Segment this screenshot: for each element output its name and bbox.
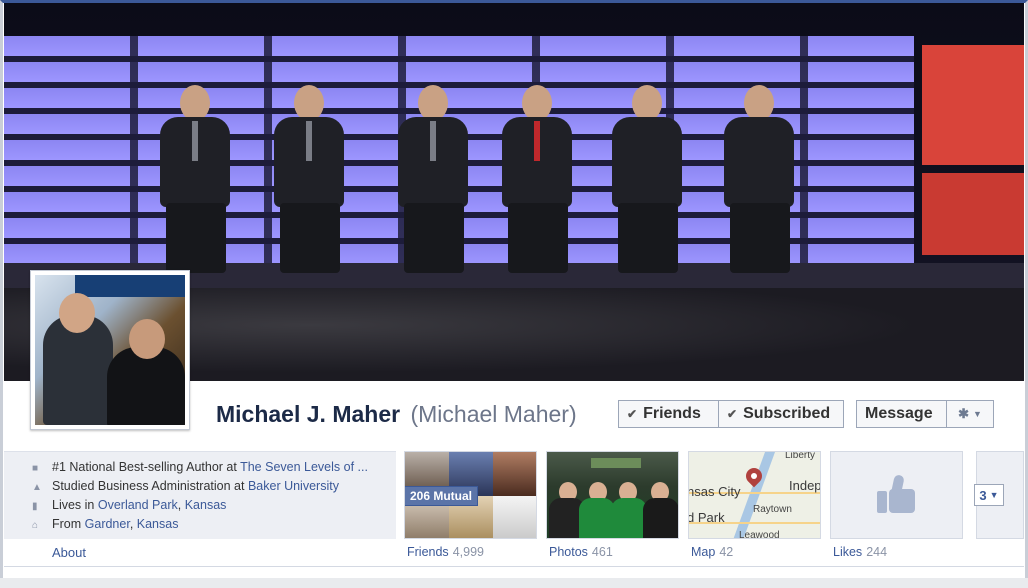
photos-label: Photos <box>549 545 588 559</box>
from-sep: , <box>129 517 137 531</box>
photos-tile[interactable] <box>546 451 679 539</box>
photos-tile-label[interactable]: Photos 461 <box>549 545 613 559</box>
lives-state-link[interactable]: Kansas <box>185 498 227 512</box>
divider <box>4 566 1024 567</box>
panelist <box>152 85 238 275</box>
education-prefix: Studied Business Administration at <box>52 479 248 493</box>
chevron-down-icon: ▼ <box>989 490 999 500</box>
info-from: ⌂ From Gardner, Kansas <box>32 517 388 531</box>
red-panel <box>922 173 1024 255</box>
panelist <box>604 85 690 275</box>
info-work: ■ #1 National Best-selling Author at The … <box>32 460 388 474</box>
house-icon: ⌂ <box>32 520 39 531</box>
city-icon: ▮ <box>32 501 38 512</box>
friends-label: Friends <box>407 545 449 559</box>
info-panel: ■ #1 National Best-selling Author at The … <box>4 451 396 539</box>
info-lives: ▮ Lives in Overland Park, Kansas <box>32 498 388 512</box>
from-state-link[interactable]: Kansas <box>137 517 179 531</box>
check-icon: ✔ <box>627 407 638 421</box>
briefcase-icon: ■ <box>32 463 39 474</box>
check-icon: ✔ <box>727 407 738 421</box>
map-label-raytown: Raytown <box>753 504 792 515</box>
likes-count: 244 <box>866 545 888 559</box>
friends-button[interactable]: ✔ Friends <box>618 400 719 428</box>
panelist <box>266 85 352 275</box>
profile-name[interactable]: Michael J. Maher (Michael Maher) <box>216 401 577 428</box>
panelist <box>716 85 802 275</box>
map-tile-label[interactable]: Map 42 <box>691 545 733 559</box>
gear-icon: ✱ <box>958 406 969 421</box>
avatar <box>35 275 185 425</box>
subscribed-button-label: Subscribed <box>743 405 831 422</box>
profile-name-text[interactable]: Michael J. Maher <box>216 401 400 427</box>
friend-thumbnail <box>493 496 536 538</box>
info-education: ▲ Studied Business Administration at Bake… <box>32 479 388 493</box>
subscribed-button[interactable]: ✔ Subscribed <box>718 400 844 428</box>
thumbs-up-icon <box>876 474 917 515</box>
education-link[interactable]: Baker University <box>248 479 339 493</box>
profile-picture[interactable] <box>30 270 190 430</box>
map-label-city: nsas City <box>688 484 741 499</box>
map-label-leawood: Leawood <box>739 530 780 539</box>
panelist <box>494 85 580 275</box>
map-label-liberty: Liberty <box>785 451 816 461</box>
more-sections-button[interactable]: 3 ▼ <box>974 484 1004 506</box>
friends-tile[interactable]: 206 Mutual <box>404 451 537 539</box>
about-link[interactable]: About <box>52 545 86 560</box>
friends-count: 4,999 <box>452 545 484 559</box>
friend-thumbnail <box>493 452 536 496</box>
friends-button-label: Friends <box>643 405 701 422</box>
chevron-down-icon: ▼ <box>972 409 982 419</box>
friends-tile-label[interactable]: Friends 4,999 <box>407 545 484 559</box>
likes-label: Likes <box>833 545 863 559</box>
map-label-indep: Indep <box>789 478 821 493</box>
graduation-cap-icon: ▲ <box>32 482 42 493</box>
map-tile[interactable]: nsas City Indep Liberty Raytown d Park L… <box>688 451 821 539</box>
map-label: Map <box>691 545 716 559</box>
mutual-friends-badge[interactable]: 206 Mutual <box>405 486 479 506</box>
map-count: 42 <box>719 545 734 559</box>
panelist <box>390 85 476 275</box>
page-bottom <box>0 578 1028 588</box>
lives-sep: , <box>177 498 185 512</box>
work-link[interactable]: The Seven Levels of ... <box>240 460 368 474</box>
alternate-name: (Michael Maher) <box>410 401 577 427</box>
settings-dropdown-button[interactable]: ✱ ▼ <box>946 400 994 428</box>
red-panel <box>922 45 1024 165</box>
photos-count: 461 <box>591 545 613 559</box>
map-label-park: d Park <box>688 510 725 525</box>
likes-tile-label[interactable]: Likes 244 <box>833 545 887 559</box>
message-button-label: Message <box>865 405 933 422</box>
work-prefix: #1 National Best-selling Author at <box>52 460 241 474</box>
likes-tile[interactable] <box>830 451 963 539</box>
from-city-link[interactable]: Gardner <box>85 517 130 531</box>
message-button[interactable]: Message <box>856 400 947 428</box>
more-count: 3 <box>979 487 987 503</box>
lives-city-link[interactable]: Overland Park <box>98 498 178 512</box>
from-prefix: From <box>52 517 85 531</box>
lives-prefix: Lives in <box>52 498 98 512</box>
